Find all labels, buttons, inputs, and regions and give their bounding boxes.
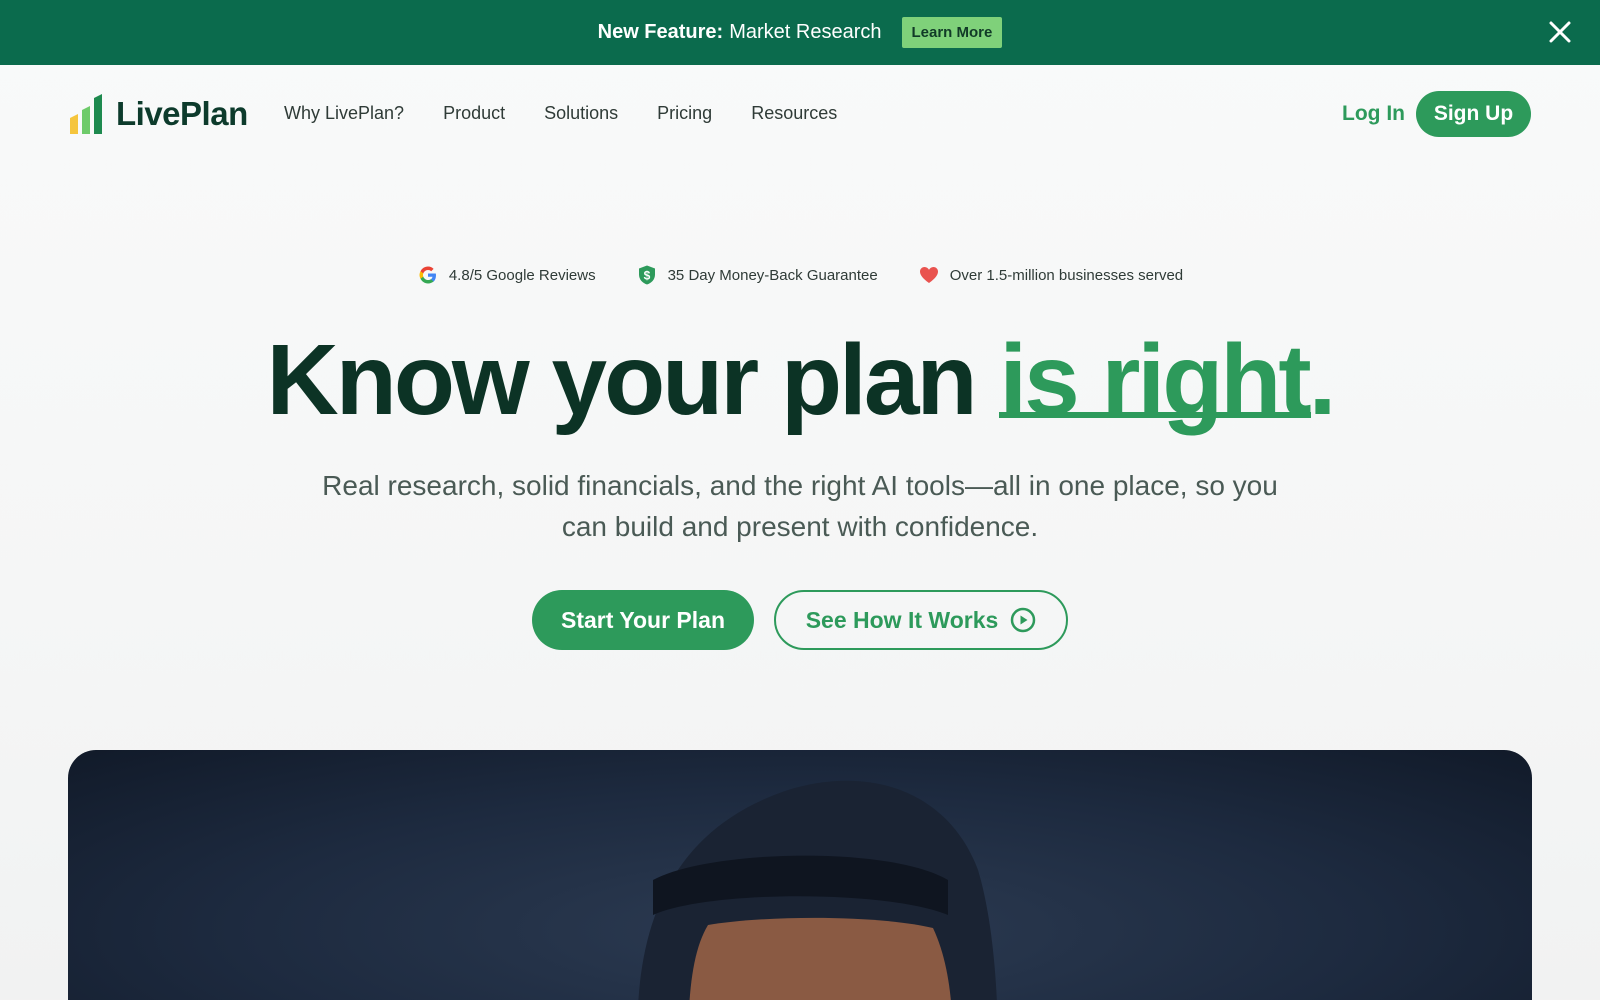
nav-resources[interactable]: Resources xyxy=(751,103,837,124)
announcement-text: New Feature: Market Research xyxy=(598,21,882,44)
hero-video-thumbnail[interactable] xyxy=(68,750,1532,1000)
login-link[interactable]: Log In xyxy=(1342,102,1405,126)
person-photo xyxy=(638,780,997,1000)
hero-subtitle: Real research, solid financials, and the… xyxy=(322,470,1278,542)
play-circle-icon xyxy=(1011,607,1036,633)
trust-guarantee-label: 35 Day Money-Back Guarantee xyxy=(667,266,878,284)
announcement-label-strong: New Feature: xyxy=(597,21,724,43)
main-nav: Why LivePlan? Product Solutions Pricing … xyxy=(284,103,837,124)
cta-row: Start Your Plan See How It Works xyxy=(0,590,1600,650)
see-how-it-works-label: See How It Works xyxy=(805,606,999,633)
svg-text:$: $ xyxy=(643,269,650,283)
announcement-bar: New Feature: Market Research Learn More xyxy=(0,0,1600,65)
see-how-it-works-button[interactable]: See How It Works xyxy=(774,590,1068,650)
brand-name: LivePlan xyxy=(116,95,248,132)
nav-pricing[interactable]: Pricing xyxy=(657,103,712,124)
trust-served: Over 1.5-million businesses served xyxy=(918,264,1183,286)
nav-solutions[interactable]: Solutions xyxy=(544,103,618,124)
announcement-label: Market Research xyxy=(729,21,882,43)
learn-more-button[interactable]: Learn More xyxy=(901,17,1003,48)
trust-served-label: Over 1.5-million businesses served xyxy=(949,266,1184,284)
hero-title-main: Know your plan xyxy=(266,324,978,436)
close-icon[interactable] xyxy=(1546,18,1574,46)
nav-why-liveplan[interactable]: Why LivePlan? xyxy=(284,103,404,124)
trust-badges: 4.8/5 Google Reviews $ 35 Day Money-Back… xyxy=(0,264,1600,286)
trust-reviews: 4.8/5 Google Reviews xyxy=(417,264,596,286)
start-your-plan-button[interactable]: Start Your Plan xyxy=(532,590,754,650)
shield-dollar-icon: $ xyxy=(638,265,655,285)
logo-mark-icon xyxy=(70,94,102,134)
nav-product[interactable]: Product xyxy=(443,103,505,124)
hero-title-accent: is right. xyxy=(999,324,1336,436)
heart-icon xyxy=(919,267,938,283)
hero-title: Know your plan is right. xyxy=(0,320,1600,440)
signup-button[interactable]: Sign Up xyxy=(1416,91,1531,137)
trust-guarantee: $ 35 Day Money-Back Guarantee xyxy=(636,264,878,286)
google-icon xyxy=(419,266,436,284)
trust-reviews-label: 4.8/5 Google Reviews xyxy=(448,266,596,284)
logo[interactable]: LivePlan xyxy=(68,92,248,136)
site-header: LivePlan Why LivePlan? Product Solutions… xyxy=(0,65,1600,165)
